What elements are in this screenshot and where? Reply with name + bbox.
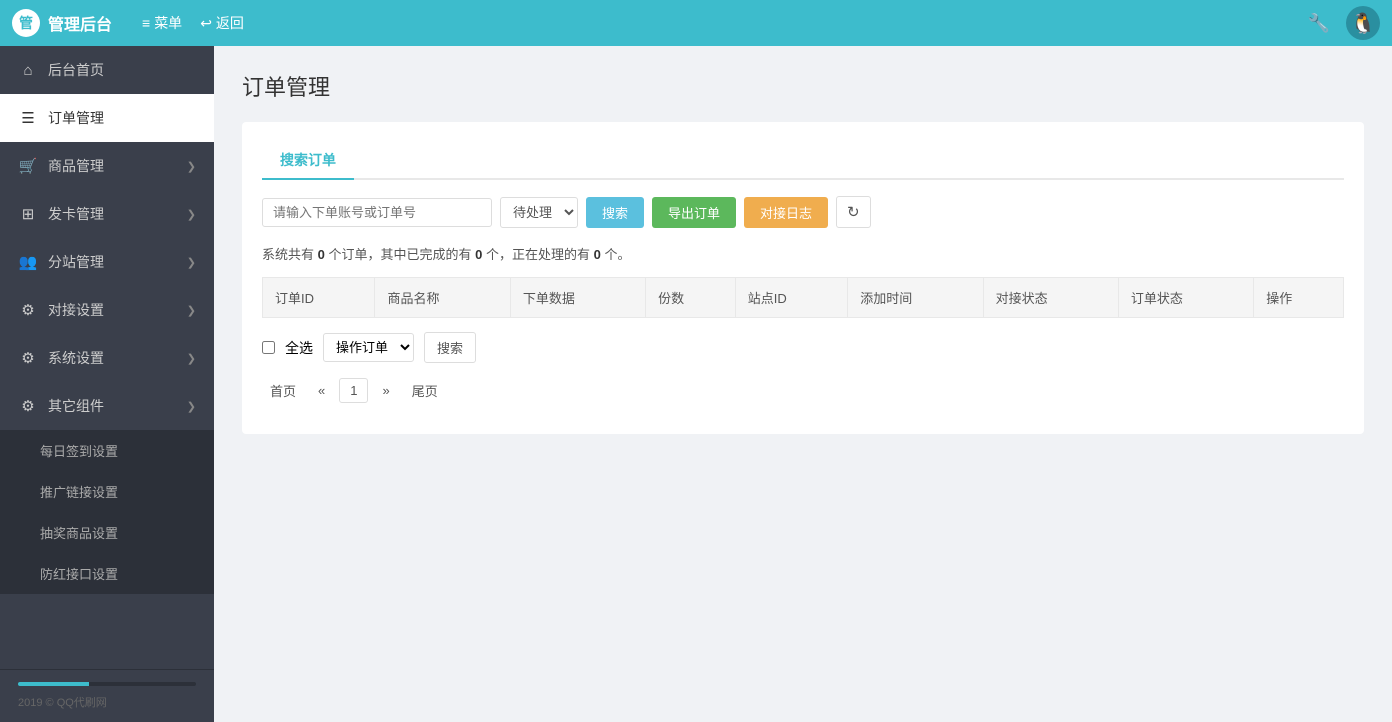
logo-area: 管 管理后台 <box>12 9 112 37</box>
col-order-data: 下单数据 <box>510 278 645 318</box>
sidebar-label-other: 其它组件 <box>48 396 104 416</box>
sidebar-label-dashboard: 后台首页 <box>48 60 104 80</box>
table-head: 订单ID 商品名称 下单数据 份数 站点ID 添加时间 对接状态 订单状态 操作 <box>263 278 1344 318</box>
sidebar-progress-fill <box>18 682 89 686</box>
sidebar-sub-menu: 每日签到设置 推广链接设置 抽奖商品设置 防红接口设置 <box>0 430 214 594</box>
col-product-name: 商品名称 <box>375 278 510 318</box>
sidebar-label-system: 系统设置 <box>48 348 104 368</box>
stats-row: 系统共有 0 个订单，其中已完成的有 0 个，正在处理的有 0 个。 <box>262 244 1344 263</box>
orders-table: 订单ID 商品名称 下单数据 份数 站点ID 添加时间 对接状态 订单状态 操作 <box>262 277 1344 318</box>
chevron-right-icon4: ❯ <box>187 304 196 317</box>
sidebar: ⌂ 后台首页 ☰ 订单管理 🛒 商品管理 ❯ ⊞ 发卡管理 ❯ 👥 分站管理 ❯… <box>0 46 214 722</box>
sidebar-item-products[interactable]: 🛒 商品管理 ❯ <box>0 142 214 190</box>
cards-icon: ⊞ <box>18 204 38 224</box>
bottom-search-button[interactable]: 搜索 <box>424 332 476 363</box>
pagination: 首页 « 1 » 尾页 <box>262 377 1344 404</box>
avatar[interactable]: 🐧 <box>1346 6 1380 40</box>
col-order-status: 订单状态 <box>1118 278 1253 318</box>
sidebar-footer: 2019 © QQ代刷网 <box>0 669 214 722</box>
chevron-down-icon: ❯ <box>187 400 196 413</box>
sidebar-item-dashboard[interactable]: ⌂ 后台首页 <box>0 46 214 94</box>
col-add-time: 添加时间 <box>848 278 983 318</box>
table-header-row: 订单ID 商品名称 下单数据 份数 站点ID 添加时间 对接状态 订单状态 操作 <box>263 278 1344 318</box>
menu-button[interactable]: ≡ 菜单 <box>142 13 182 33</box>
sidebar-label-orders: 订单管理 <box>48 108 104 128</box>
sidebar-footer-text: 2019 © QQ代刷网 <box>18 697 107 709</box>
select-all-checkbox[interactable] <box>262 341 275 354</box>
tabs-row: 搜索订单 <box>262 142 1344 180</box>
top-header: 管 管理后台 ≡ 菜单 ↩ 返回 🔧 🐧 <box>0 0 1392 46</box>
chevron-right-icon: ❯ <box>187 160 196 173</box>
orders-icon: ☰ <box>18 108 38 128</box>
chevron-right-icon3: ❯ <box>187 256 196 269</box>
sidebar-sub-label-daily: 每日签到设置 <box>40 444 118 459</box>
search-row: 待处理 已完成 处理中 失败 搜索 导出订单 对接日志 ↻ <box>262 196 1344 228</box>
search-input[interactable] <box>262 198 492 227</box>
home-icon: ⌂ <box>18 60 38 80</box>
back-icon: ↩ <box>200 15 212 32</box>
page-next[interactable]: » <box>374 379 397 402</box>
sidebar-item-other[interactable]: ⚙ 其它组件 ❯ <box>0 382 214 430</box>
page-prev[interactable]: « <box>310 379 333 402</box>
log-button[interactable]: 对接日志 <box>744 197 828 228</box>
app-title: 管理后台 <box>48 11 112 35</box>
page-first[interactable]: 首页 <box>262 377 304 404</box>
col-shares: 份数 <box>646 278 736 318</box>
back-button[interactable]: ↩ 返回 <box>200 13 244 33</box>
col-action: 操作 <box>1254 278 1344 318</box>
page-last[interactable]: 尾页 <box>404 377 446 404</box>
col-site-id: 站点ID <box>735 278 847 318</box>
system-icon: ⚙ <box>18 348 38 368</box>
logo-icon: 管 <box>12 9 40 37</box>
select-all-label: 全选 <box>285 338 313 358</box>
sidebar-sub-daily-sign[interactable]: 每日签到设置 <box>0 430 214 471</box>
sidebar-item-docking[interactable]: ⚙ 对接设置 ❯ <box>0 286 214 334</box>
processing-count: 0 <box>594 247 601 262</box>
sidebar-progress-bar <box>18 682 196 686</box>
menu-icon: ≡ <box>142 15 150 31</box>
action-select[interactable]: 操作订单 <box>323 333 414 362</box>
sidebar-sub-lottery[interactable]: 抽奖商品设置 <box>0 512 214 553</box>
docking-icon: ⚙ <box>18 300 38 320</box>
col-order-id: 订单ID <box>263 278 375 318</box>
refresh-button[interactable]: ↻ <box>836 196 871 228</box>
sidebar-item-system[interactable]: ⚙ 系统设置 ❯ <box>0 334 214 382</box>
bottom-controls: 全选 操作订单 搜索 <box>262 332 1344 363</box>
sidebar-item-branches[interactable]: 👥 分站管理 ❯ <box>0 238 214 286</box>
settings-icon[interactable]: 🔧 <box>1308 13 1330 34</box>
content-card: 搜索订单 待处理 已完成 处理中 失败 搜索 导出订单 对接日志 ↻ 系统共有 <box>242 122 1364 434</box>
sidebar-sub-label-anti-red: 防红接口设置 <box>40 567 118 582</box>
other-icon: ⚙ <box>18 396 38 416</box>
branches-icon: 👥 <box>18 252 38 272</box>
sidebar-sub-label-promo: 推广链接设置 <box>40 485 118 500</box>
nav-actions: ≡ 菜单 ↩ 返回 <box>142 13 244 33</box>
sidebar-item-cards[interactable]: ⊞ 发卡管理 ❯ <box>0 190 214 238</box>
sidebar-label-branches: 分站管理 <box>48 252 104 272</box>
sidebar-label-cards: 发卡管理 <box>48 204 104 224</box>
sidebar-sub-promo[interactable]: 推广链接设置 <box>0 471 214 512</box>
col-dock-status: 对接状态 <box>983 278 1118 318</box>
right-icons: 🔧 🐧 <box>1308 6 1380 40</box>
tab-search-orders[interactable]: 搜索订单 <box>262 142 354 180</box>
search-button[interactable]: 搜索 <box>586 197 644 228</box>
total-count: 0 <box>318 247 325 262</box>
main-content: 订单管理 搜索订单 待处理 已完成 处理中 失败 搜索 导出订单 对接日志 <box>214 46 1392 722</box>
completed-count: 0 <box>475 247 482 262</box>
chevron-right-icon2: ❯ <box>187 208 196 221</box>
products-icon: 🛒 <box>18 156 38 176</box>
export-button[interactable]: 导出订单 <box>652 197 736 228</box>
sidebar-sub-label-lottery: 抽奖商品设置 <box>40 526 118 541</box>
chevron-right-icon5: ❯ <box>187 352 196 365</box>
sidebar-item-orders[interactable]: ☰ 订单管理 <box>0 94 214 142</box>
sidebar-label-docking: 对接设置 <box>48 300 104 320</box>
status-select[interactable]: 待处理 已完成 处理中 失败 <box>500 197 578 228</box>
sidebar-sub-anti-red[interactable]: 防红接口设置 <box>0 553 214 594</box>
sidebar-label-products: 商品管理 <box>48 156 104 176</box>
page-title: 订单管理 <box>242 70 1364 102</box>
layout: ⌂ 后台首页 ☰ 订单管理 🛒 商品管理 ❯ ⊞ 发卡管理 ❯ 👥 分站管理 ❯… <box>0 46 1392 722</box>
page-current: 1 <box>339 378 368 403</box>
